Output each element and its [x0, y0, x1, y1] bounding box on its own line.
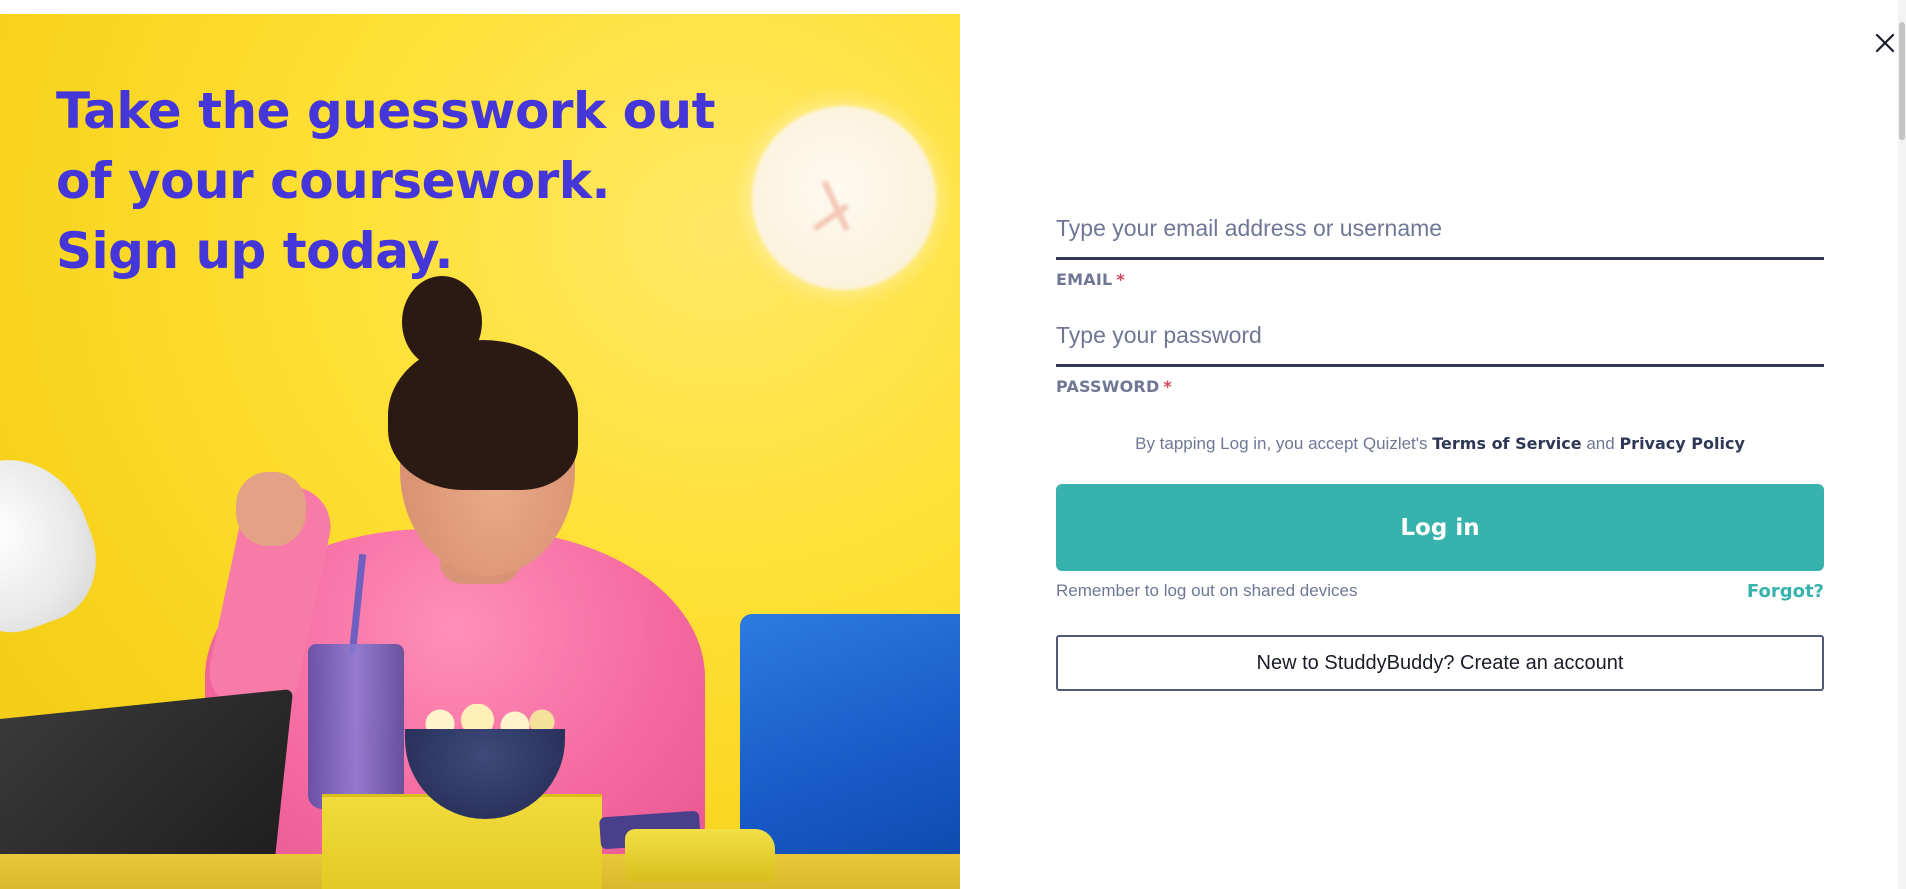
privacy-policy-link[interactable]: Privacy Policy — [1619, 434, 1744, 453]
scrollbar-thumb[interactable] — [1899, 22, 1905, 140]
drink-cup-image — [308, 644, 404, 809]
email-field-group: EMAIL* — [1056, 198, 1824, 289]
password-input[interactable] — [1056, 305, 1824, 367]
hero-headline-line: of your coursework. — [56, 152, 610, 210]
required-marker: * — [1116, 270, 1125, 289]
login-meta-row: Remember to log out on shared devices Fo… — [1056, 581, 1824, 607]
email-input[interactable] — [1056, 198, 1824, 260]
close-icon — [1875, 33, 1895, 53]
wall-clock-image — [752, 106, 936, 290]
hero-headline-line: Take the guesswork out — [56, 82, 715, 140]
hero-image-panel: Take the guesswork out of your coursewor… — [0, 14, 960, 889]
desk-lamp-image — [0, 438, 115, 650]
login-page: Take the guesswork out of your coursewor… — [0, 0, 1906, 889]
login-form: EMAIL* PASSWORD* By tapping Log in, you … — [1056, 198, 1824, 691]
password-field-group: PASSWORD * — [1056, 305, 1824, 396]
terms-notice: By tapping Log in, you accept Quizlet's … — [1056, 434, 1824, 454]
forgot-link[interactable]: Forgot? — [1747, 581, 1824, 602]
email-label: EMAIL * — [1056, 270, 1125, 289]
hero-headline-line: Sign up today. — [56, 222, 453, 280]
terms-prefix: By tapping Log in, you accept Quizlet's — [1135, 434, 1428, 453]
stapler-image — [625, 829, 775, 881]
terms-of-service-link[interactable]: Terms of Service — [1432, 434, 1581, 453]
hero-headline: Take the guesswork out of your coursewor… — [56, 76, 756, 286]
remember-logout-note: Remember to log out on shared devices — [1056, 581, 1358, 600]
login-button[interactable]: Log in — [1056, 484, 1824, 571]
scrollbar[interactable] — [1898, 0, 1906, 889]
required-marker: * — [1163, 377, 1172, 396]
password-label: PASSWORD * — [1056, 377, 1172, 396]
create-account-button[interactable]: New to StuddyBuddy? Create an account — [1056, 635, 1824, 691]
close-button[interactable] — [1872, 30, 1898, 56]
terms-conjunction: and — [1586, 434, 1615, 453]
